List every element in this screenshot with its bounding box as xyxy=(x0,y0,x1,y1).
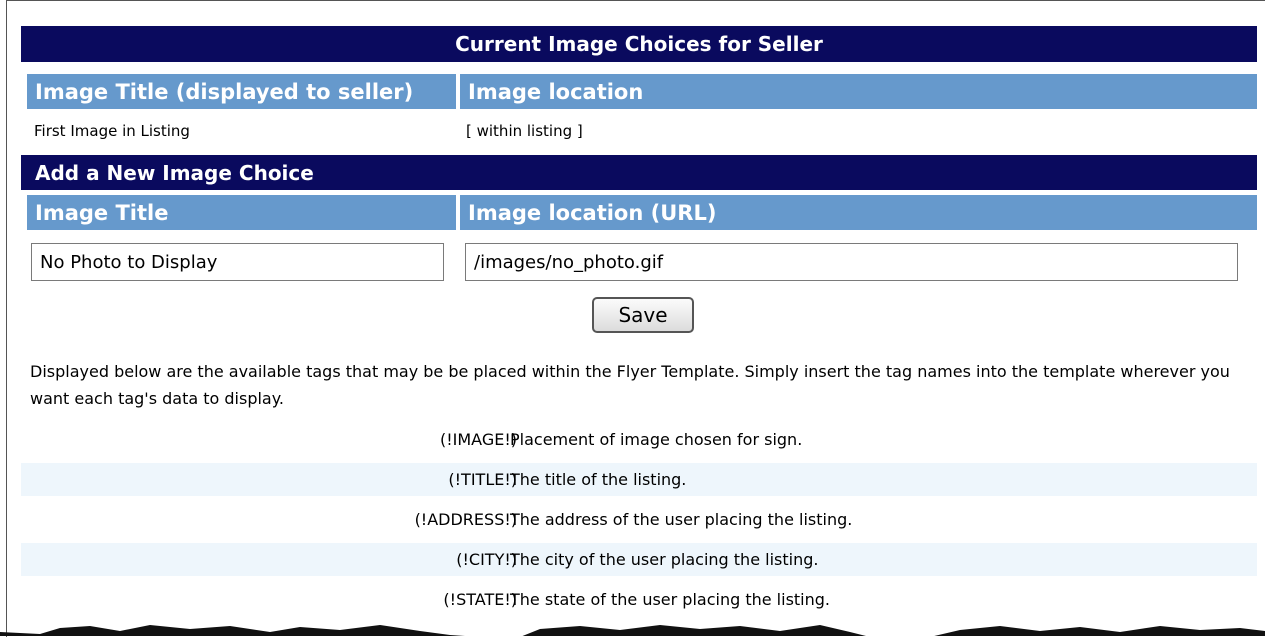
add-choice-header: Add a New Image Choice xyxy=(21,155,1257,190)
image-url-input[interactable] xyxy=(465,243,1238,281)
tag-name: (!ADDRESS!) xyxy=(414,510,517,529)
tag-row: (!IMAGE!) Placement of image chosen for … xyxy=(21,423,1257,456)
col-header-image-location: Image location xyxy=(460,74,1257,109)
col-header-new-image-url: Image location (URL) xyxy=(460,195,1257,230)
current-choice-location: [ within listing ] xyxy=(466,122,583,140)
tag-name: (!STATE!) xyxy=(443,590,517,609)
col-header-new-image-title-label: Image Title xyxy=(35,200,169,225)
tag-description: The state of the user placing the listin… xyxy=(510,590,830,609)
tag-row: (!STATE!) The state of the user placing … xyxy=(21,583,1257,616)
col-header-image-title-label: Image Title (displayed to seller) xyxy=(35,79,414,104)
current-choices-title: Current Image Choices for Seller xyxy=(455,32,823,56)
tag-row: (!TITLE!) The title of the listing. xyxy=(21,463,1257,496)
current-choice-title: First Image in Listing xyxy=(34,122,190,140)
tag-description: The city of the user placing the listing… xyxy=(510,550,819,569)
tag-row: (!ADDRESS!) The address of the user plac… xyxy=(21,503,1257,536)
col-header-image-title: Image Title (displayed to seller) xyxy=(27,74,456,109)
current-choices-header: Current Image Choices for Seller xyxy=(21,26,1257,62)
torn-edge xyxy=(0,622,1265,636)
save-button[interactable]: Save xyxy=(592,297,694,333)
image-title-input[interactable] xyxy=(31,243,444,281)
col-header-new-image-url-label: Image location (URL) xyxy=(468,200,717,225)
tag-description: Placement of image chosen for sign. xyxy=(510,430,803,449)
tag-row: (!CITY!) The city of the user placing th… xyxy=(21,543,1257,576)
tag-description: The address of the user placing the list… xyxy=(510,510,853,529)
col-header-new-image-title: Image Title xyxy=(27,195,456,230)
add-choice-title: Add a New Image Choice xyxy=(35,160,314,185)
col-header-image-location-label: Image location xyxy=(468,79,644,104)
torn-edge-graphic xyxy=(0,625,1265,636)
tag-name: (!IMAGE!) xyxy=(439,430,517,449)
tag-description: The title of the listing. xyxy=(510,470,687,489)
tag-name: (!CITY!) xyxy=(456,550,517,569)
tag-name: (!TITLE!) xyxy=(448,470,517,489)
tags-description: Displayed below are the available tags t… xyxy=(30,362,1230,408)
